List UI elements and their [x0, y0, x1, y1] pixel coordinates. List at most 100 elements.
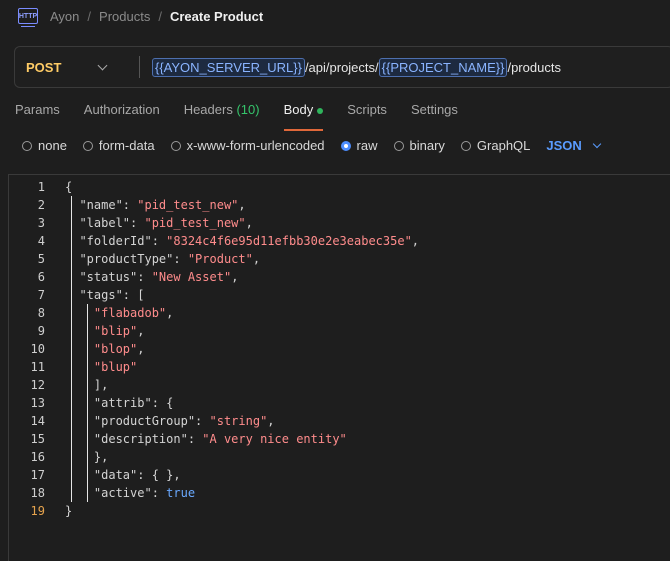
- line-number: 13: [30, 396, 45, 410]
- url-variable[interactable]: {{PROJECT_NAME}}: [378, 57, 508, 77]
- tab-label: Body: [283, 102, 314, 117]
- url-input[interactable]: {{AYON_SERVER_URL}}/api/projects/{{PROJE…: [152, 57, 561, 77]
- line-number: 12: [30, 378, 45, 392]
- tab-settings[interactable]: Settings: [411, 102, 458, 123]
- line-number: 4: [37, 234, 45, 248]
- string-token: "blip": [65, 324, 138, 338]
- string-token: "string": [209, 414, 268, 428]
- radio-circle-icon: [82, 140, 93, 151]
- code-text: "name": "pid_test_new",: [65, 196, 246, 214]
- code-text: "tags": [: [65, 286, 144, 304]
- code-editor[interactable]: 1{2 "name": "pid_test_new", 3 "label": "p…: [8, 174, 670, 561]
- code-line: 2 "name": "pid_test_new",: [9, 196, 670, 214]
- request-tabs: Params Authorization Headers (10) Body Scrip…: [15, 102, 482, 131]
- line-number: 6: [37, 270, 45, 284]
- string-token: "pid_test_new": [137, 198, 239, 212]
- line-number: 7: [37, 288, 45, 302]
- code-text: "blup": [65, 358, 137, 376]
- string-token: "flabadob": [65, 306, 167, 320]
- code-token: "data": [65, 468, 138, 482]
- string-token: "A very nice entity": [202, 432, 347, 446]
- code-line: 17 "data": { },: [9, 466, 670, 484]
- code-line: 16 },: [9, 448, 670, 466]
- method-select[interactable]: POST: [15, 47, 125, 87]
- divider: [139, 56, 140, 78]
- code-token: {: [65, 180, 73, 194]
- code-token: : {: [151, 396, 174, 410]
- code-text: "productGroup": "string",: [65, 412, 275, 430]
- code-token: :: [137, 270, 152, 284]
- radio-circle-icon: [460, 140, 471, 151]
- radio-label: form-data: [98, 138, 155, 153]
- body-type-selector: none form-data x-www-form-urlencoded raw bin…: [22, 138, 602, 153]
- radio-graphql[interactable]: GraphQL: [460, 138, 531, 153]
- code-token: :: [122, 198, 138, 212]
- radio-x-www-form-urlencoded[interactable]: x-www-form-urlencoded: [170, 138, 325, 153]
- code-token: ,: [238, 198, 246, 212]
- code-token: "status": [65, 270, 138, 284]
- radio-circle-icon: [170, 140, 181, 151]
- string-token: "blup": [65, 360, 138, 374]
- code-token: "attrib": [65, 396, 152, 410]
- code-token: "productType": [65, 252, 174, 266]
- code-token: "tags": [65, 288, 123, 302]
- radio-label: GraphQL: [476, 138, 531, 153]
- code-token: "active": [65, 486, 152, 500]
- code-token: ,: [252, 252, 261, 266]
- code-token: : [: [122, 288, 145, 302]
- code-token: :: [187, 432, 203, 446]
- radio-raw[interactable]: raw: [340, 138, 378, 153]
- code-line: 13 "attrib": {: [9, 394, 670, 412]
- code-text: "status": "New Asset",: [65, 268, 238, 286]
- radio-form-data[interactable]: form-data: [82, 138, 155, 153]
- string-token: "blop": [65, 342, 138, 356]
- line-number: 8: [37, 306, 45, 320]
- line-number: 14: [30, 414, 45, 428]
- radio-label: raw: [356, 138, 378, 153]
- url-path-segment: /products: [507, 59, 561, 75]
- code-line: 10 "blop",: [9, 340, 670, 358]
- code-line: 18 "active": true: [9, 484, 670, 502]
- radio-binary[interactable]: binary: [393, 138, 445, 153]
- code-token: : { },: [137, 468, 181, 482]
- code-text: "description": "A very nice entity": [65, 430, 347, 448]
- code-line: 12 ],: [9, 376, 670, 394]
- code-line: 15 "description": "A very nice entity": [9, 430, 670, 448]
- code-token: :: [151, 486, 167, 500]
- code-token: ,: [245, 216, 253, 230]
- tab-label: Settings: [410, 102, 458, 117]
- page-title[interactable]: Create Product: [170, 9, 263, 24]
- code-line: 14 "productGroup": "string",: [9, 412, 670, 430]
- tab-authorization[interactable]: Authorization: [84, 102, 160, 123]
- breadcrumb-item-ayon[interactable]: Ayon: [50, 9, 79, 24]
- code-text: "flabadob",: [65, 304, 174, 322]
- tab-params[interactable]: Params: [15, 102, 60, 123]
- request-url-bar: POST {{AYON_SERVER_URL}}/api/projects/{{…: [14, 46, 670, 88]
- line-number: 5: [37, 252, 45, 266]
- string-token: "Product": [187, 252, 253, 266]
- indent-guide: [71, 196, 72, 502]
- tab-headers[interactable]: Headers (10): [184, 102, 260, 123]
- code-token: "label": [65, 216, 131, 230]
- tab-label: Params: [15, 102, 60, 117]
- tab-body[interactable]: Body: [283, 102, 324, 131]
- breadcrumb-separator: /: [158, 8, 162, 24]
- code-token: ,: [231, 270, 239, 284]
- http-file-icon: HTTP: [18, 8, 38, 27]
- code-token: ,: [267, 414, 275, 428]
- code-text: "blop",: [65, 340, 145, 358]
- line-number: 1: [37, 180, 45, 194]
- code-line: 7 "tags": [: [9, 286, 670, 304]
- breadcrumb-item-products[interactable]: Products: [99, 9, 150, 24]
- modified-dot-icon: [317, 107, 324, 114]
- tab-label: Authorization: [83, 102, 160, 117]
- radio-label: x-www-form-urlencoded: [186, 138, 325, 153]
- code-line: 19}: [9, 502, 670, 520]
- code-text: "folderId": "8324c4f6e95d11efbb30e2e3eab…: [65, 232, 419, 250]
- radio-none[interactable]: none: [22, 138, 67, 153]
- language-select[interactable]: JSON: [546, 138, 602, 153]
- line-number: 9: [37, 324, 45, 338]
- url-variable[interactable]: {{AYON_SERVER_URL}}: [152, 57, 305, 77]
- code-line: 5 "productType": "Product",: [9, 250, 670, 268]
- tab-scripts[interactable]: Scripts: [347, 102, 387, 123]
